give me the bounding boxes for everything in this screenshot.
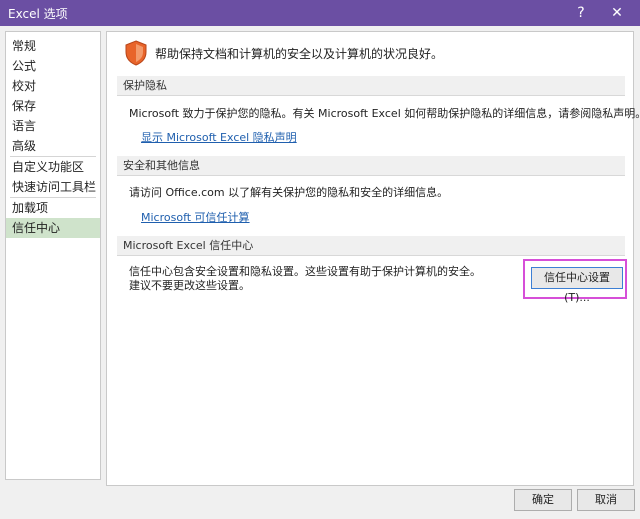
sidebar-item-customize-ribbon[interactable]: 自定义功能区 <box>6 157 100 177</box>
security-section-header: 安全和其他信息 <box>117 156 625 176</box>
privacy-statement-link[interactable]: 显示 Microsoft Excel 隐私声明 <box>141 129 297 145</box>
sidebar-item-add-ins[interactable]: 加载项 <box>6 198 100 218</box>
ok-button[interactable]: 确定 <box>514 489 572 511</box>
sidebar-item-language[interactable]: 语言 <box>6 116 100 136</box>
sidebar-item-proofing[interactable]: 校对 <box>6 76 100 96</box>
window-title: Excel 选项 <box>8 7 68 21</box>
options-sidebar: 常规 公式 校对 保存 语言 高级 自定义功能区 快速访问工具栏 加载项 信任中… <box>5 31 101 480</box>
sidebar-item-trust-center[interactable]: 信任中心 <box>6 218 100 238</box>
sidebar-item-advanced[interactable]: 高级 <box>6 136 100 156</box>
sidebar-item-save[interactable]: 保存 <box>6 96 100 116</box>
help-button[interactable]: ? <box>568 2 594 24</box>
trustworthy-computing-link[interactable]: Microsoft 可信任计算 <box>141 209 250 225</box>
sidebar-item-quick-access-toolbar[interactable]: 快速访问工具栏 <box>6 177 100 197</box>
options-content: 帮助保持文档和计算机的安全以及计算机的状况良好。 保护隐私 Microsoft … <box>106 31 640 486</box>
cancel-button[interactable]: 取消 <box>577 489 635 511</box>
trust-center-text: 信任中心包含安全设置和隐私设置。这些设置有助于保护计算机的安全。建议不要更改这些… <box>129 265 481 292</box>
security-text: 请访问 Office.com 以了解有关保护您的隐私和安全的详细信息。 <box>129 186 449 199</box>
intro-row: 帮助保持文档和计算机的安全以及计算机的状况良好。 <box>125 40 625 70</box>
sidebar-item-general[interactable]: 常规 <box>6 36 100 56</box>
close-button[interactable]: ✕ <box>604 2 630 24</box>
intro-text: 帮助保持文档和计算机的安全以及计算机的状况良好。 <box>155 47 444 61</box>
shield-icon <box>125 40 147 66</box>
trust-center-settings-button[interactable]: 信任中心设置(T)... <box>531 267 623 304</box>
title-bar: Excel 选项 ? ✕ <box>0 0 640 26</box>
privacy-text: Microsoft 致力于保护您的隐私。有关 Microsoft Excel 如… <box>129 107 640 120</box>
privacy-section-header: 保护隐私 <box>117 76 625 96</box>
trust-center-section-header: Microsoft Excel 信任中心 <box>117 236 625 256</box>
sidebar-item-formulas[interactable]: 公式 <box>6 56 100 76</box>
